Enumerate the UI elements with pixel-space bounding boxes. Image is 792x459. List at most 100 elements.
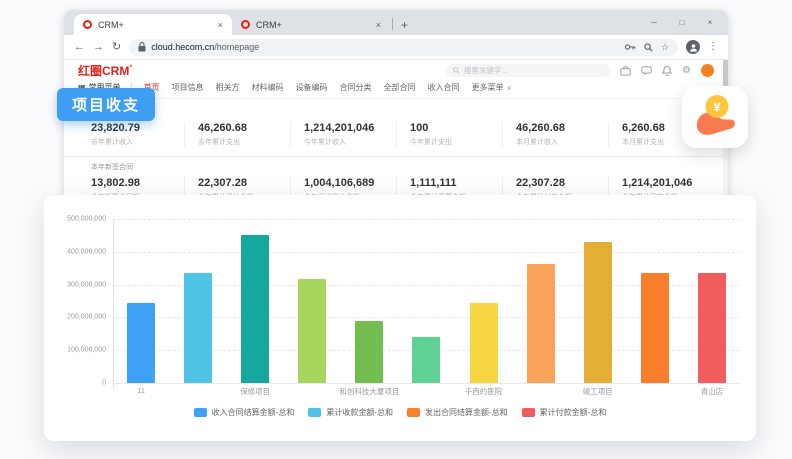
stat-value: 1,214,201,046 [622, 177, 714, 189]
nav-item-4[interactable]: 材料编码 [252, 82, 284, 93]
chart-legend: 收入合同结算金额-总和 累计收款金额-总和 发出合同结算金额-总和 累计付款金额-总和 [44, 407, 756, 418]
bar-11[interactable] [127, 303, 155, 383]
y-axis-tick: 200,000,000 [67, 314, 106, 321]
crm-header-icons: ⚙ [620, 64, 714, 77]
legend-color-chip [194, 408, 207, 417]
nav-item-7[interactable]: 全部合同 [384, 82, 416, 93]
stat-value: 46,260.68 [198, 122, 290, 134]
bar-千西的医院[interactable] [470, 303, 498, 383]
new-tab-button[interactable]: + [401, 19, 408, 31]
search-icon [453, 67, 460, 74]
minimize-button[interactable]: ─ [640, 18, 668, 27]
address-bar[interactable]: cloud.hecom.cn /homepage ☆ [129, 39, 678, 56]
bars-container: 11保修项目和创科技大厦项目千西的医院竣工项目青山店 [113, 219, 740, 383]
legend-label: 累计付款金额-总和 [540, 407, 607, 418]
stat-value: 22,307.28 [516, 177, 608, 189]
nav-item-6[interactable]: 合同分类 [340, 82, 372, 93]
browser-menu-icon[interactable]: ⋮ [708, 42, 718, 52]
bar-保修项目[interactable] [241, 235, 269, 383]
briefcase-icon[interactable] [620, 66, 631, 76]
nav-item-9[interactable]: 更多菜单∨ [472, 82, 512, 93]
url-domain: cloud.hecom.cn [151, 42, 214, 52]
stat-item: 100今年累计支出 [396, 122, 502, 147]
tab-close-icon[interactable]: × [218, 20, 223, 30]
chart-card: 500,000,000400,000,000300,000,000200,000… [44, 195, 756, 441]
url-text: cloud.hecom.cn /homepage [151, 42, 259, 52]
stat-value: 13,802.98 [91, 177, 184, 189]
y-axis-tick: 500,000,000 [67, 216, 106, 223]
browser-tab-1[interactable]: CRM+ × [74, 14, 232, 35]
legend-item-0[interactable]: 收入合同结算金额-总和 [194, 407, 295, 418]
bar-slot [184, 219, 212, 383]
back-button[interactable]: ← [74, 42, 85, 53]
nav-item-label: 项目信息 [172, 82, 204, 93]
bookmark-star-icon[interactable]: ☆ [661, 42, 669, 53]
bar-series-7[interactable] [527, 264, 555, 383]
bar-slot: 千西的医院 [470, 219, 498, 383]
url-path: /homepage [214, 42, 259, 52]
bar-series-3[interactable] [298, 279, 326, 383]
profile-avatar[interactable] [686, 40, 700, 54]
x-axis-label: 竣工项目 [583, 386, 613, 397]
canvas: CRM+ × CRM+ × + ─ □ × ← → ↻ [0, 0, 792, 459]
nav-item-label: 更多菜单 [472, 82, 504, 93]
bar-series-9[interactable] [641, 273, 669, 383]
legend-color-chip [308, 408, 321, 417]
user-avatar[interactable] [701, 64, 714, 77]
browser-toolbar: ← → ↻ cloud.hecom.cn /homepage [64, 35, 728, 60]
x-axis-label: 11 [137, 386, 145, 395]
crm-logo: 红圈CRM° [78, 65, 132, 77]
x-axis-label: 千西的医院 [465, 386, 503, 397]
legend-color-chip [407, 408, 420, 417]
crm-nav: ▦常用菜单首页项目信息相关方材料编码设备编码合同分类全部合同收入合同更多菜单∨ [64, 78, 728, 99]
bar-slot [298, 219, 326, 383]
omnibox-icons: ☆ [625, 42, 669, 53]
bar-slot [527, 219, 555, 383]
bar-slot: 和创科技大厦项目 [355, 219, 383, 383]
bar-和创科技大厦项目[interactable] [355, 321, 383, 383]
stat-value: 1,214,201,046 [304, 122, 396, 134]
browser-window: CRM+ × CRM+ × + ─ □ × ← → ↻ [64, 10, 728, 210]
nav-item-3[interactable]: 相关方 [216, 82, 240, 93]
bar-slot: 保修项目 [241, 219, 269, 383]
bar-series-1[interactable] [184, 273, 212, 383]
tab-divider [392, 18, 393, 30]
bar-青山店[interactable] [698, 273, 726, 383]
tab-label: CRM+ [98, 20, 212, 30]
yuan-symbol: ¥ [713, 100, 721, 115]
reload-button[interactable]: ↻ [112, 42, 121, 53]
tab-strip: CRM+ × CRM+ × + ─ □ × [64, 10, 728, 35]
bar-竣工项目[interactable] [584, 242, 612, 383]
nav-item-label: 相关方 [216, 82, 240, 93]
legend-item-3[interactable]: 累计付款金额-总和 [522, 407, 607, 418]
bar-series-5[interactable] [412, 337, 440, 383]
stat-value: 23,820.79 [91, 122, 184, 134]
close-button[interactable]: × [696, 18, 724, 27]
search-placeholder: 搜索关键字... [464, 65, 508, 76]
y-axis-tick: 400,000,000 [67, 248, 106, 255]
search-input[interactable]: 搜索关键字... [446, 64, 610, 77]
legend-item-2[interactable]: 发出合同结算金额-总和 [407, 407, 508, 418]
nav-item-2[interactable]: 项目信息 [172, 82, 204, 93]
stat-label: 本月累计收入 [516, 137, 608, 147]
crm-page: 红圈CRM° 搜索关键字... [64, 60, 728, 211]
lock-icon [138, 42, 146, 52]
tab-close-icon[interactable]: × [376, 20, 381, 30]
zoom-icon[interactable] [644, 43, 653, 52]
bar-slot: 11 [127, 219, 155, 383]
legend-item-1[interactable]: 累计收款金额-总和 [308, 407, 393, 418]
nav-item-5[interactable]: 设备编码 [296, 82, 328, 93]
nav-item-label: 合同分类 [340, 82, 372, 93]
forward-button[interactable]: → [93, 42, 104, 53]
message-icon[interactable] [641, 66, 652, 76]
browser-tab-2[interactable]: CRM+ × [232, 14, 390, 35]
bell-icon[interactable] [662, 65, 672, 76]
maximize-button[interactable]: □ [668, 18, 696, 27]
hand-coin-icon: ¥ [690, 93, 740, 141]
stat-value: 1,111,111 [410, 177, 502, 189]
nav-item-8[interactable]: 收入合同 [428, 82, 460, 93]
window-controls: ─ □ × [640, 10, 724, 35]
gear-icon[interactable]: ⚙ [682, 66, 691, 76]
stats-row-1: 23,820.79去年累计收入46,260.68去年累计支出1,214,201,… [78, 99, 714, 156]
key-icon[interactable] [625, 43, 636, 51]
